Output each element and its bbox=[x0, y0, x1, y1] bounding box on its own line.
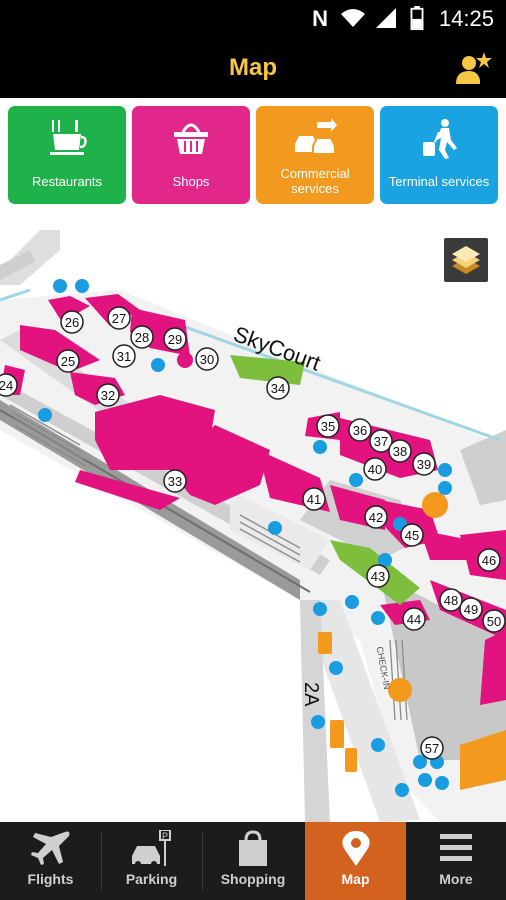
map-pin-44[interactable]: 44 bbox=[402, 607, 426, 631]
terminal-map[interactable]: SkyCourt 2A CHECK-IN 24 25 26 27 28 29 30 31 32 3… bbox=[0, 214, 506, 822]
battery-icon bbox=[410, 6, 424, 30]
status-time: 14:25 bbox=[438, 6, 494, 31]
category-bar: Restaurants Shops Commercial services Te… bbox=[0, 98, 506, 214]
coffee-cup-icon bbox=[50, 120, 87, 155]
map-pin-label: 48 bbox=[444, 593, 458, 608]
tab-flights-label: Flights bbox=[27, 871, 74, 887]
terminal-2a-label: 2A bbox=[300, 682, 322, 707]
tab-flights[interactable]: Flights bbox=[0, 822, 101, 900]
bottom-tab-bar: Flights P Parking Shopping Map More bbox=[0, 822, 506, 900]
map-pin-label: 29 bbox=[168, 332, 182, 347]
basket-icon bbox=[174, 123, 208, 154]
map-pin-label: 39 bbox=[417, 457, 431, 472]
map-pin-39[interactable]: 39 bbox=[412, 452, 436, 476]
svg-text:P: P bbox=[162, 831, 168, 841]
shops-label: Shops bbox=[172, 174, 210, 189]
map-pin-57[interactable]: 57 bbox=[420, 736, 444, 760]
app-header: Map bbox=[0, 38, 506, 98]
car-rental-icon bbox=[295, 118, 337, 155]
map-pin-38[interactable]: 38 bbox=[388, 439, 412, 463]
map-pin-label: 28 bbox=[135, 330, 149, 345]
map-pin-33[interactable]: 33 bbox=[163, 469, 187, 493]
shopping-bag-icon bbox=[239, 830, 267, 866]
map-pin-29[interactable]: 29 bbox=[163, 327, 187, 351]
map-pin-icon bbox=[341, 831, 370, 866]
map-pin-label: 36 bbox=[353, 423, 367, 438]
map-pin-31[interactable]: 31 bbox=[112, 344, 136, 368]
page-title: Map bbox=[229, 54, 277, 81]
map-pin-48[interactable]: 48 bbox=[439, 588, 463, 612]
map-pin-49[interactable]: 49 bbox=[459, 597, 483, 621]
nfc-icon: N bbox=[312, 6, 328, 31]
map-pin-label: 33 bbox=[168, 474, 182, 489]
map-pin-label: 37 bbox=[374, 434, 388, 449]
map-pin-label: 41 bbox=[307, 492, 321, 507]
tab-parking-label: Parking bbox=[125, 871, 178, 887]
map-pin-label: 43 bbox=[371, 569, 385, 584]
map-pin-label: 30 bbox=[200, 352, 214, 367]
hamburger-menu-icon bbox=[440, 834, 472, 861]
map-pin-24[interactable]: 24 bbox=[0, 373, 18, 397]
tab-more[interactable]: More bbox=[406, 822, 506, 900]
tab-shopping[interactable]: Shopping bbox=[202, 822, 304, 900]
tab-map[interactable]: Map bbox=[305, 822, 406, 900]
map-pin-25[interactable]: 25 bbox=[56, 349, 80, 373]
map-pin-28[interactable]: 28 bbox=[130, 325, 154, 349]
map-pin-35[interactable]: 35 bbox=[316, 414, 340, 438]
map-pin-label: 34 bbox=[271, 381, 285, 396]
map-pin-42[interactable]: 42 bbox=[364, 505, 388, 529]
map-pin-label: 25 bbox=[61, 354, 75, 369]
layers-button[interactable] bbox=[444, 238, 488, 282]
restaurants-label: Restaurants bbox=[31, 174, 103, 189]
tab-parking[interactable]: P Parking bbox=[101, 822, 202, 900]
map-pin-label: 35 bbox=[321, 419, 335, 434]
map-pin-label: 31 bbox=[117, 349, 131, 364]
map-pin-label: 24 bbox=[0, 378, 13, 393]
commercial-services-button[interactable]: Commercial services bbox=[256, 106, 374, 204]
map-pin-40[interactable]: 40 bbox=[363, 457, 387, 481]
map-pin-label: 44 bbox=[407, 612, 421, 627]
traveler-icon bbox=[423, 119, 457, 159]
map-pin-label: 50 bbox=[487, 614, 501, 629]
tab-shopping-label: Shopping bbox=[220, 871, 286, 887]
signal-icon bbox=[376, 8, 396, 28]
parking-car-icon: P bbox=[131, 830, 171, 867]
status-bar: N 14:25 bbox=[0, 0, 506, 38]
commercial-services-line1: Commercial bbox=[280, 166, 350, 181]
commercial-services-label: Commercial services bbox=[256, 166, 374, 196]
map-pin-label: 57 bbox=[425, 741, 439, 756]
airplane-icon bbox=[30, 831, 69, 865]
map-pin-label: 32 bbox=[101, 388, 115, 403]
map-pin-43[interactable]: 43 bbox=[366, 564, 390, 588]
map-pin-45[interactable]: 45 bbox=[400, 523, 424, 547]
map-pin-27[interactable]: 27 bbox=[107, 306, 131, 330]
terminal-services-label: Terminal services bbox=[388, 174, 490, 189]
tab-more-label: More bbox=[439, 871, 473, 887]
shops-button[interactable]: Shops bbox=[132, 106, 250, 204]
map-pin-label: 45 bbox=[405, 528, 419, 543]
terminal-services-button[interactable]: Terminal services bbox=[380, 106, 498, 204]
map-pin-label: 42 bbox=[369, 510, 383, 525]
user-star-icon[interactable] bbox=[456, 50, 492, 86]
map-pin-32[interactable]: 32 bbox=[96, 383, 120, 407]
map-pin-label: 46 bbox=[482, 553, 496, 568]
wifi-icon bbox=[341, 9, 365, 27]
map-pin-34[interactable]: 34 bbox=[266, 376, 290, 400]
commercial-services-line2: services bbox=[291, 181, 339, 196]
layers-icon bbox=[452, 246, 480, 274]
map-pin-30[interactable]: 30 bbox=[195, 347, 219, 371]
tab-map-label: Map bbox=[341, 871, 370, 887]
map-pin-label: 27 bbox=[112, 311, 126, 326]
map-pin-50[interactable]: 50 bbox=[482, 609, 506, 633]
map-pin-36[interactable]: 36 bbox=[348, 418, 372, 442]
map-canvas: SkyCourt 2A CHECK-IN 242526 2728 293031323… bbox=[0, 230, 506, 822]
map-pin-label: 26 bbox=[65, 315, 79, 330]
map-pin-26[interactable]: 26 bbox=[60, 310, 84, 334]
map-pin-label: 40 bbox=[368, 462, 382, 477]
map-pin-41[interactable]: 41 bbox=[302, 487, 326, 511]
map-pin-46[interactable]: 46 bbox=[477, 548, 501, 572]
map-pin-label: 38 bbox=[393, 444, 407, 459]
restaurants-button[interactable]: Restaurants bbox=[8, 106, 126, 204]
map-pin-label: 49 bbox=[464, 602, 478, 617]
